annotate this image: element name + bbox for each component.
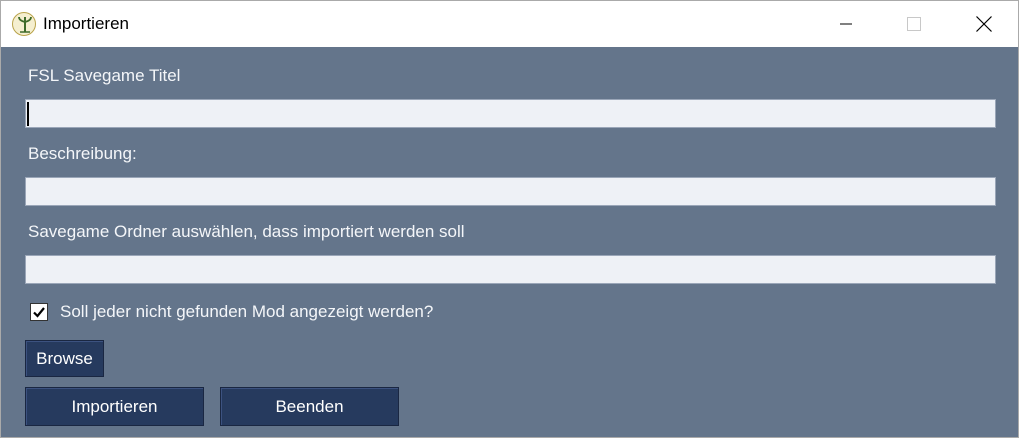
description-field-label: Beschreibung: — [28, 144, 137, 163]
title-field-label: FSL Savegame Titel — [28, 66, 181, 85]
title-input[interactable] — [25, 99, 996, 128]
fsl-app-icon — [12, 12, 36, 36]
window-title: Importieren — [43, 14, 129, 33]
show-missing-mods-option[interactable]: Soll jeder nicht gefunden Mod angezeigt … — [30, 301, 433, 323]
show-missing-mods-label: Soll jeder nicht gefunden Mod angezeigt … — [60, 302, 434, 321]
maximize-icon — [907, 17, 921, 31]
description-input[interactable] — [25, 177, 996, 206]
title-bar[interactable]: Importieren — [1, 1, 1018, 47]
import-window: Importieren FSL Savegame Titel Beschreib… — [0, 0, 1019, 438]
checkmark-icon — [33, 307, 45, 318]
quit-button[interactable]: Beenden — [220, 387, 399, 426]
minimize-button[interactable] — [823, 1, 869, 47]
text-caret — [27, 102, 29, 126]
folder-path-input[interactable] — [25, 255, 996, 284]
show-missing-mods-checkbox[interactable] — [30, 303, 48, 321]
close-icon — [976, 16, 992, 32]
maximize-button[interactable] — [891, 1, 937, 47]
folder-field-label: Savegame Ordner auswählen, dass importie… — [28, 222, 465, 241]
minimize-icon — [840, 23, 852, 25]
browse-button[interactable]: Browse — [25, 340, 104, 377]
close-button[interactable] — [961, 1, 1007, 47]
import-button[interactable]: Importieren — [25, 387, 204, 426]
